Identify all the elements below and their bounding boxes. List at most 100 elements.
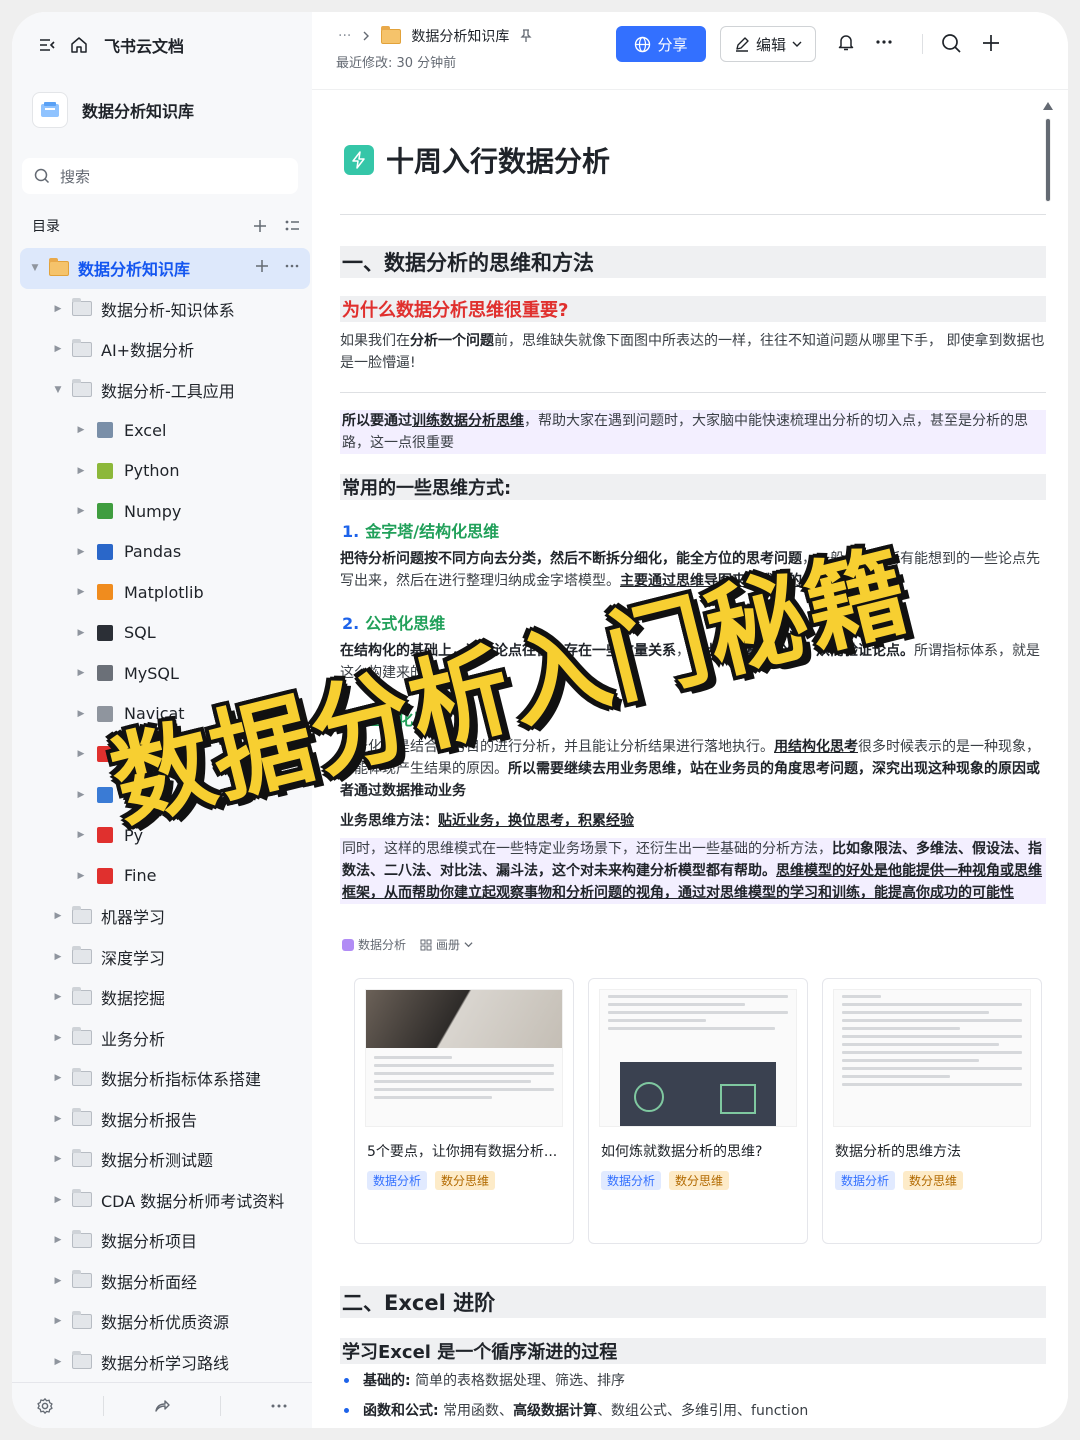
- mysql-icon: [94, 664, 116, 682]
- more-icon[interactable]: [284, 258, 300, 278]
- sidebar-item[interactable]: ▶ 数据分析优质资源: [20, 1301, 310, 1342]
- add-child-icon[interactable]: [254, 258, 270, 278]
- search-input[interactable]: 搜索: [22, 158, 298, 194]
- edit-button[interactable]: 编辑: [720, 26, 816, 62]
- search-icon[interactable]: [940, 32, 962, 54]
- collapse-sidebar-icon[interactable]: [38, 36, 56, 54]
- bell-icon[interactable]: [836, 32, 856, 52]
- plus-icon[interactable]: [980, 32, 1002, 54]
- sidebar-item[interactable]: ▶ Matplotlib: [20, 572, 310, 613]
- sidebar-item[interactable]: ▶ SQL: [20, 613, 310, 654]
- home-icon[interactable]: [70, 36, 88, 54]
- sidebar-item[interactable]: ▼ 数据分析知识库: [20, 248, 310, 289]
- section-heading: 一、数据分析的思维和方法: [340, 246, 1046, 278]
- caret-right-icon[interactable]: ▶: [74, 425, 88, 435]
- tag[interactable]: 数据分析: [367, 1171, 428, 1190]
- caret-right-icon[interactable]: ▶: [51, 952, 65, 962]
- doc-card[interactable]: 5个要点，让你拥有数据分析... 数据分析 数分思维: [354, 978, 574, 1244]
- sidebar-item[interactable]: ▶ Fine: [20, 856, 310, 897]
- sidebar-item[interactable]: ▼ 数据分析-工具应用: [20, 370, 310, 411]
- tableau-icon: [94, 786, 116, 804]
- caret-right-icon[interactable]: ▶: [51, 1114, 65, 1124]
- tag[interactable]: 数据分析: [601, 1171, 662, 1190]
- sidebar-item[interactable]: ▶ 数据分析面经: [20, 1261, 310, 1302]
- album-view-toggle[interactable]: 画册: [420, 936, 473, 953]
- tag[interactable]: 数据分析: [835, 1171, 896, 1190]
- caret-right-icon[interactable]: ▶: [51, 1033, 65, 1043]
- pin-icon[interactable]: [519, 29, 533, 43]
- link-text[interactable]: 训练数据分析思维: [412, 413, 524, 429]
- caret-right-icon[interactable]: ▶: [74, 466, 88, 476]
- sidebar-item[interactable]: ▶ 数据分析报告: [20, 1099, 310, 1140]
- sidebar-item-label: Pandas: [124, 542, 182, 562]
- text: 所以要通过: [342, 413, 412, 429]
- caret-right-icon[interactable]: ▶: [51, 304, 65, 314]
- sidebar-item[interactable]: ▶ Numpy: [20, 491, 310, 532]
- app-brand[interactable]: 飞书云文档: [104, 33, 184, 57]
- caret-down-icon[interactable]: ▼: [28, 263, 42, 273]
- breadcrumb-current[interactable]: 数据分析知识库: [411, 26, 509, 46]
- knowledge-base-header[interactable]: 数据分析知识库: [32, 92, 194, 128]
- caret-right-icon[interactable]: ▶: [74, 628, 88, 638]
- tag-filter[interactable]: 数据分析: [342, 936, 406, 953]
- caret-right-icon[interactable]: ▶: [74, 830, 88, 840]
- python-icon: [94, 462, 116, 480]
- scrollbar[interactable]: [1040, 102, 1056, 212]
- caret-right-icon[interactable]: ▶: [51, 344, 65, 354]
- doc-card[interactable]: 数据分析的思维方法 数据分析 数分思维: [822, 978, 1042, 1244]
- caret-right-icon[interactable]: ▶: [51, 992, 65, 1002]
- caret-down-icon[interactable]: ▼: [51, 385, 65, 395]
- caret-right-icon[interactable]: ▶: [51, 1195, 65, 1205]
- caret-right-icon[interactable]: ▶: [74, 587, 88, 597]
- caret-right-icon[interactable]: ▶: [51, 1357, 65, 1367]
- sidebar-topbar: 飞书云文档: [38, 32, 184, 58]
- sidebar-item[interactable]: ▶ AI+数据分析: [20, 329, 310, 370]
- caret-right-icon[interactable]: ▶: [74, 668, 88, 678]
- sidebar-item[interactable]: ▶ 数据分析指标体系搭建: [20, 1058, 310, 1099]
- folder-icon: [71, 946, 93, 966]
- tag[interactable]: 数分思维: [903, 1171, 964, 1190]
- sidebar-item[interactable]: ▶ 机器学习: [20, 896, 310, 937]
- settings-icon[interactable]: [36, 1397, 54, 1415]
- more-icon[interactable]: [270, 1397, 288, 1415]
- link-text[interactable]: 分析一个问题: [410, 333, 494, 349]
- caret-right-icon[interactable]: ▶: [74, 709, 88, 719]
- caret-right-icon[interactable]: ▶: [51, 1235, 65, 1245]
- sidebar-item[interactable]: ▶ 深度学习: [20, 937, 310, 978]
- sidebar-item-label: Matplotlib: [124, 582, 204, 602]
- sidebar-item-label: MySQL: [124, 663, 179, 683]
- caret-right-icon[interactable]: ▶: [74, 506, 88, 516]
- sidebar-item[interactable]: ▶ 数据分析-知识体系: [20, 289, 310, 330]
- sidebar-item[interactable]: ▶ 数据挖掘: [20, 977, 310, 1018]
- sidebar-item[interactable]: ▶ 数据分析项目: [20, 1220, 310, 1261]
- breadcrumb-more[interactable]: ···: [338, 28, 351, 44]
- sidebar-item[interactable]: ▶ CDA 数据分析师考试资料: [20, 1180, 310, 1221]
- caret-right-icon[interactable]: ▶: [74, 871, 88, 881]
- folder-icon: [71, 1351, 93, 1371]
- caret-right-icon[interactable]: ▶: [51, 1154, 65, 1164]
- sidebar-item[interactable]: ▶ 业务分析: [20, 1018, 310, 1059]
- caret-right-icon[interactable]: ▶: [74, 547, 88, 557]
- folder-icon: [71, 1108, 93, 1128]
- tag[interactable]: 数分思维: [435, 1171, 496, 1190]
- tag[interactable]: 数分思维: [669, 1171, 730, 1190]
- sidebar-item[interactable]: ▶ Python: [20, 451, 310, 492]
- caret-right-icon[interactable]: ▶: [74, 790, 88, 800]
- sidebar-item[interactable]: ▶ Pandas: [20, 532, 310, 573]
- breadcrumb: ··· 数据分析知识库: [338, 25, 533, 46]
- share-button[interactable]: 分享: [616, 26, 706, 62]
- sidebar-item[interactable]: ▶ 数据分析测试题: [20, 1139, 310, 1180]
- caret-right-icon[interactable]: ▶: [51, 911, 65, 921]
- caret-right-icon[interactable]: ▶: [51, 1316, 65, 1326]
- text: 同时，这样的思维模式在一些特定业务场景下，还衍生出一些基础的分析方法，: [342, 841, 832, 857]
- caret-right-icon[interactable]: ▶: [74, 749, 88, 759]
- more-options-icon[interactable]: [874, 32, 894, 52]
- share-out-icon[interactable]: [153, 1397, 171, 1415]
- caret-right-icon[interactable]: ▶: [51, 1276, 65, 1286]
- doc-card[interactable]: 如何炼就数据分析的思维? 数据分析 数分思维: [588, 978, 808, 1244]
- sidebar-item[interactable]: ▶ Excel: [20, 410, 310, 451]
- caret-right-icon[interactable]: ▶: [51, 1073, 65, 1083]
- list-view-icon[interactable]: [284, 218, 300, 234]
- add-icon[interactable]: [252, 218, 268, 234]
- sidebar-item[interactable]: ▶ 数据分析学习路线: [20, 1342, 310, 1383]
